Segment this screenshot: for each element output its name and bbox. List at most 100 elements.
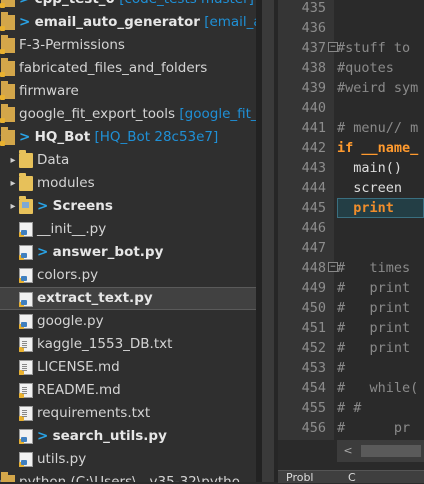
tree-item-name: modules bbox=[37, 175, 95, 191]
tree-item[interactable]: ▸python (C:\Users\...v35-32\pytho bbox=[0, 471, 256, 482]
tree-item-label: > email_auto_generator [email_aut bbox=[19, 11, 256, 34]
line-number: 442 bbox=[301, 140, 326, 156]
tree-item[interactable]: > search_utils.py bbox=[0, 425, 256, 448]
folder-icon bbox=[19, 173, 33, 191]
tree-item[interactable]: LICENSE.md bbox=[0, 356, 256, 379]
tree-item[interactable]: kaggle_1553_DB.txt bbox=[0, 333, 256, 356]
code-line[interactable]: # times bbox=[337, 258, 424, 278]
project-folder-icon bbox=[0, 12, 15, 31]
code-line[interactable]: screen bbox=[337, 178, 424, 198]
version-control-overlay-icon bbox=[19, 347, 24, 352]
version-control-overlay-icon bbox=[19, 393, 24, 398]
code-line[interactable]: #stuff to bbox=[337, 38, 424, 58]
tree-item[interactable]: extract_text.py bbox=[0, 287, 256, 310]
tree-item-label: google.py bbox=[37, 310, 104, 333]
tree-item-name: firmware bbox=[19, 83, 79, 99]
tree-item[interactable]: ▸ Data bbox=[0, 149, 256, 172]
tree-item[interactable]: utils.py bbox=[0, 448, 256, 471]
version-control-overlay-icon bbox=[19, 255, 24, 260]
version-control-overlay-icon bbox=[19, 416, 24, 421]
python-file-icon bbox=[19, 452, 33, 467]
line-number: 445 bbox=[301, 200, 326, 216]
version-control-overlay-icon bbox=[19, 302, 24, 307]
tree-item-label: > search_utils.py bbox=[37, 425, 167, 448]
line-number: 455 bbox=[301, 400, 326, 416]
expand-right-icon[interactable]: ▸ bbox=[8, 195, 18, 218]
tree-item[interactable]: F-3-Permissions bbox=[0, 34, 256, 57]
version-control-overlay-icon bbox=[19, 462, 24, 467]
bottom-tab-bar: Probl C bbox=[278, 470, 424, 483]
project-explorer-tree: > cpp_test_0 [code_tests master]> email_… bbox=[0, 0, 256, 482]
line-number: 437 bbox=[278, 38, 338, 58]
code-line[interactable] bbox=[337, 0, 424, 18]
tree-item[interactable]: > email_auto_generator [email_aut bbox=[0, 11, 256, 34]
code-line[interactable]: #weird sym bbox=[337, 78, 424, 98]
code-line[interactable]: # print bbox=[337, 338, 424, 358]
code-line[interactable] bbox=[337, 98, 424, 118]
tree-item-name: Data bbox=[37, 152, 70, 168]
text-file-icon bbox=[19, 406, 33, 421]
code-line[interactable]: # menu// m bbox=[337, 118, 424, 138]
tree-item[interactable]: requirements.txt bbox=[0, 402, 256, 425]
project-folder-icon bbox=[0, 58, 15, 77]
expand-right-icon[interactable]: ▸ bbox=[8, 172, 18, 195]
python-file-icon bbox=[19, 245, 33, 260]
tree-item-name: cpp_test_0 bbox=[35, 0, 115, 7]
dirty-marker: > bbox=[37, 244, 49, 260]
version-control-overlay-icon bbox=[0, 49, 5, 54]
project-folder-icon bbox=[0, 81, 15, 100]
repo-branch-label: [code_tests master] bbox=[119, 0, 254, 7]
tree-item[interactable]: ▾> HQ_Bot [HQ_Bot 28c53e7] bbox=[0, 126, 256, 149]
tree-item-label: requirements.txt bbox=[37, 402, 150, 425]
code-line[interactable]: # # bbox=[337, 398, 424, 418]
tree-item[interactable]: fabricated_files_and_folders bbox=[0, 57, 256, 80]
tree-item-label: > Screens bbox=[37, 195, 113, 218]
tree-item-name: search_utils.py bbox=[52, 428, 167, 444]
version-control-overlay-icon bbox=[0, 72, 5, 77]
tree-item[interactable]: > answer_bot.py bbox=[0, 241, 256, 264]
version-control-overlay-icon bbox=[0, 118, 5, 123]
tree-item-name: Screens bbox=[52, 198, 113, 214]
line-number: 443 bbox=[301, 160, 326, 176]
tree-item-name: google.py bbox=[37, 313, 104, 329]
python-file-icon bbox=[19, 222, 33, 237]
code-line[interactable]: # print bbox=[337, 318, 424, 338]
tree-item-name: answer_bot.py bbox=[52, 244, 164, 260]
tree-item[interactable]: ▸ modules bbox=[0, 172, 256, 195]
tree-item[interactable]: colors.py bbox=[0, 264, 256, 287]
expand-right-icon[interactable]: ▸ bbox=[8, 149, 18, 172]
version-control-overlay-icon bbox=[0, 26, 5, 31]
tree-item[interactable]: ▸ > Screens bbox=[0, 195, 256, 218]
view-splitter[interactable] bbox=[256, 0, 278, 482]
tree-item[interactable]: google_fit_export_tools [google_fit_ bbox=[0, 103, 256, 126]
tree-item[interactable]: google.py bbox=[0, 310, 256, 333]
code-line[interactable]: print bbox=[337, 198, 424, 218]
tree-item[interactable]: > cpp_test_0 [code_tests master] bbox=[0, 0, 256, 11]
tree-item[interactable]: firmware bbox=[0, 80, 256, 103]
tree-item-label: > HQ_Bot [HQ_Bot 28c53e7] bbox=[19, 126, 218, 149]
tree-item-label: modules bbox=[37, 172, 95, 195]
code-line[interactable]: if __name_ bbox=[337, 138, 424, 158]
code-line[interactable]: # pr bbox=[337, 418, 424, 438]
project-folder-icon bbox=[0, 0, 15, 8]
code-line[interactable]: main() bbox=[337, 158, 424, 178]
scroll-left-icon[interactable]: < bbox=[337, 440, 359, 462]
code-line[interactable]: # bbox=[337, 358, 424, 378]
dirty-marker: > bbox=[19, 129, 31, 145]
version-control-overlay-icon bbox=[19, 324, 24, 329]
tree-item-name: F-3-Permissions bbox=[19, 37, 125, 53]
code-line[interactable] bbox=[337, 218, 424, 238]
code-line[interactable] bbox=[337, 18, 424, 38]
tree-item-name: HQ_Bot bbox=[34, 129, 91, 145]
code-line[interactable] bbox=[337, 238, 424, 258]
horizontal-scrollbar[interactable]: < bbox=[337, 440, 424, 462]
code-line[interactable]: #quotes bbox=[337, 58, 424, 78]
code-line[interactable]: # while( bbox=[337, 378, 424, 398]
package-folder-icon bbox=[19, 196, 33, 214]
tree-item[interactable]: README.md bbox=[0, 379, 256, 402]
code-editor[interactable]: 435 436 437 438 439 440 441 442 443 444 445 446 447 4… bbox=[278, 0, 424, 482]
tree-item[interactable]: __init__.py bbox=[0, 218, 256, 241]
code-line[interactable]: # print bbox=[337, 278, 424, 298]
code-line[interactable]: # print bbox=[337, 298, 424, 318]
scroll-thumb[interactable] bbox=[361, 445, 421, 457]
